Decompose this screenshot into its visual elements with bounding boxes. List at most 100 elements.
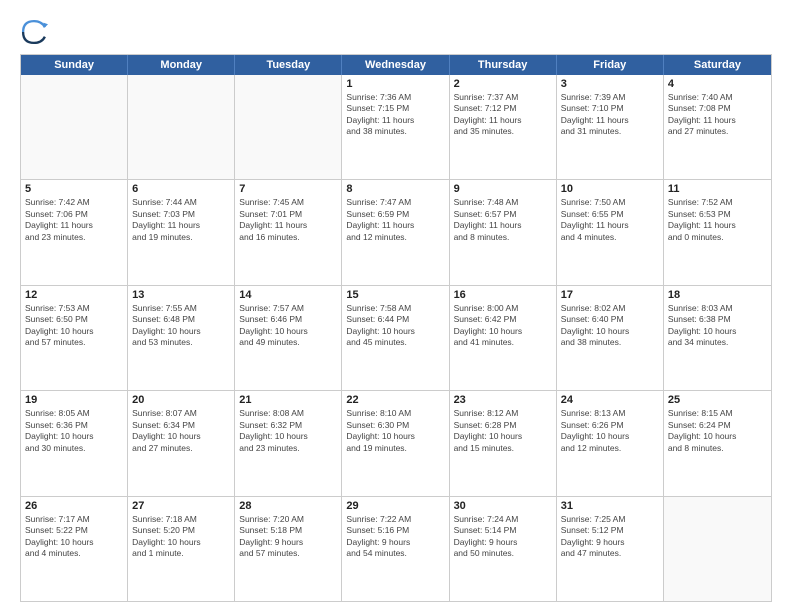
day-info: Sunrise: 8:02 AM Sunset: 6:40 PM Dayligh…	[561, 303, 659, 349]
day-cell-6: 6 Sunrise: 7:44 AM Sunset: 7:03 PM Daylig…	[128, 180, 235, 284]
day-number: 31	[561, 500, 659, 512]
day-header-sunday: Sunday	[21, 55, 128, 75]
day-cell-empty	[235, 75, 342, 179]
day-number: 17	[561, 289, 659, 301]
day-header-tuesday: Tuesday	[235, 55, 342, 75]
day-cell-22: 22 Sunrise: 8:10 AM Sunset: 6:30 PM Dayli…	[342, 391, 449, 495]
calendar-week-4: 19 Sunrise: 8:05 AM Sunset: 6:36 PM Dayli…	[21, 390, 771, 495]
day-info: Sunrise: 7:25 AM Sunset: 5:12 PM Dayligh…	[561, 514, 659, 560]
day-info: Sunrise: 8:05 AM Sunset: 6:36 PM Dayligh…	[25, 408, 123, 454]
day-number: 4	[668, 78, 767, 90]
day-number: 15	[346, 289, 444, 301]
day-number: 6	[132, 183, 230, 195]
day-number: 7	[239, 183, 337, 195]
day-number: 29	[346, 500, 444, 512]
day-header-saturday: Saturday	[664, 55, 771, 75]
day-cell-3: 3 Sunrise: 7:39 AM Sunset: 7:10 PM Daylig…	[557, 75, 664, 179]
day-info: Sunrise: 7:24 AM Sunset: 5:14 PM Dayligh…	[454, 514, 552, 560]
day-number: 13	[132, 289, 230, 301]
logo	[20, 18, 52, 46]
day-cell-24: 24 Sunrise: 8:13 AM Sunset: 6:26 PM Dayli…	[557, 391, 664, 495]
calendar-week-1: 1Sunrise: 7:36 AM Sunset: 7:15 PM Daylig…	[21, 75, 771, 179]
day-cell-21: 21Sunrise: 8:08 AM Sunset: 6:32 PM Dayli…	[235, 391, 342, 495]
day-number: 12	[25, 289, 123, 301]
day-number: 19	[25, 394, 123, 406]
day-header-monday: Monday	[128, 55, 235, 75]
day-cell-28: 28 Sunrise: 7:20 AM Sunset: 5:18 PM Dayli…	[235, 497, 342, 601]
day-number: 16	[454, 289, 552, 301]
logo-icon	[20, 18, 48, 46]
day-info: Sunrise: 7:17 AM Sunset: 5:22 PM Dayligh…	[25, 514, 123, 560]
day-number: 25	[668, 394, 767, 406]
day-header-friday: Friday	[557, 55, 664, 75]
day-cell-30: 30 Sunrise: 7:24 AM Sunset: 5:14 PM Dayli…	[450, 497, 557, 601]
day-info: Sunrise: 7:37 AM Sunset: 7:12 PM Dayligh…	[454, 92, 552, 138]
day-info: Sunrise: 7:20 AM Sunset: 5:18 PM Dayligh…	[239, 514, 337, 560]
day-number: 2	[454, 78, 552, 90]
day-cell-12: 12 Sunrise: 7:53 AM Sunset: 6:50 PM Dayli…	[21, 286, 128, 390]
day-info: Sunrise: 7:50 AM Sunset: 6:55 PM Dayligh…	[561, 197, 659, 243]
day-number: 26	[25, 500, 123, 512]
day-cell-19: 19 Sunrise: 8:05 AM Sunset: 6:36 PM Dayli…	[21, 391, 128, 495]
day-number: 9	[454, 183, 552, 195]
day-info: Sunrise: 7:22 AM Sunset: 5:16 PM Dayligh…	[346, 514, 444, 560]
day-info: Sunrise: 8:12 AM Sunset: 6:28 PM Dayligh…	[454, 408, 552, 454]
day-cell-18: 18 Sunrise: 8:03 AM Sunset: 6:38 PM Dayli…	[664, 286, 771, 390]
day-info: Sunrise: 8:15 AM Sunset: 6:24 PM Dayligh…	[668, 408, 767, 454]
day-info: Sunrise: 8:13 AM Sunset: 6:26 PM Dayligh…	[561, 408, 659, 454]
day-info: Sunrise: 7:39 AM Sunset: 7:10 PM Dayligh…	[561, 92, 659, 138]
day-cell-4: 4 Sunrise: 7:40 AM Sunset: 7:08 PM Daylig…	[664, 75, 771, 179]
calendar-week-5: 26 Sunrise: 7:17 AM Sunset: 5:22 PM Dayli…	[21, 496, 771, 601]
day-info: Sunrise: 7:48 AM Sunset: 6:57 PM Dayligh…	[454, 197, 552, 243]
day-info: Sunrise: 8:10 AM Sunset: 6:30 PM Dayligh…	[346, 408, 444, 454]
day-cell-1: 1Sunrise: 7:36 AM Sunset: 7:15 PM Daylig…	[342, 75, 449, 179]
day-info: Sunrise: 7:47 AM Sunset: 6:59 PM Dayligh…	[346, 197, 444, 243]
day-cell-23: 23 Sunrise: 8:12 AM Sunset: 6:28 PM Dayli…	[450, 391, 557, 495]
day-number: 23	[454, 394, 552, 406]
day-number: 30	[454, 500, 552, 512]
day-number: 28	[239, 500, 337, 512]
day-number: 14	[239, 289, 337, 301]
day-number: 18	[668, 289, 767, 301]
day-info: Sunrise: 7:55 AM Sunset: 6:48 PM Dayligh…	[132, 303, 230, 349]
day-number: 11	[668, 183, 767, 195]
day-cell-2: 2 Sunrise: 7:37 AM Sunset: 7:12 PM Daylig…	[450, 75, 557, 179]
day-cell-8: 8 Sunrise: 7:47 AM Sunset: 6:59 PM Daylig…	[342, 180, 449, 284]
calendar: SundayMondayTuesdayWednesdayThursdayFrid…	[20, 54, 772, 602]
day-cell-14: 14 Sunrise: 7:57 AM Sunset: 6:46 PM Dayli…	[235, 286, 342, 390]
day-info: Sunrise: 7:40 AM Sunset: 7:08 PM Dayligh…	[668, 92, 767, 138]
day-number: 10	[561, 183, 659, 195]
day-info: Sunrise: 7:52 AM Sunset: 6:53 PM Dayligh…	[668, 197, 767, 243]
day-info: Sunrise: 7:57 AM Sunset: 6:46 PM Dayligh…	[239, 303, 337, 349]
day-cell-empty	[21, 75, 128, 179]
day-cell-15: 15Sunrise: 7:58 AM Sunset: 6:44 PM Dayli…	[342, 286, 449, 390]
day-cell-11: 11 Sunrise: 7:52 AM Sunset: 6:53 PM Dayli…	[664, 180, 771, 284]
day-info: Sunrise: 8:00 AM Sunset: 6:42 PM Dayligh…	[454, 303, 552, 349]
day-cell-7: 7 Sunrise: 7:45 AM Sunset: 7:01 PM Daylig…	[235, 180, 342, 284]
calendar-header: SundayMondayTuesdayWednesdayThursdayFrid…	[21, 55, 771, 75]
day-info: Sunrise: 7:45 AM Sunset: 7:01 PM Dayligh…	[239, 197, 337, 243]
day-cell-31: 31 Sunrise: 7:25 AM Sunset: 5:12 PM Dayli…	[557, 497, 664, 601]
calendar-week-2: 5Sunrise: 7:42 AM Sunset: 7:06 PM Daylig…	[21, 179, 771, 284]
day-cell-27: 27Sunrise: 7:18 AM Sunset: 5:20 PM Dayli…	[128, 497, 235, 601]
day-number: 22	[346, 394, 444, 406]
day-cell-16: 16 Sunrise: 8:00 AM Sunset: 6:42 PM Dayli…	[450, 286, 557, 390]
day-cell-empty	[664, 497, 771, 601]
day-cell-20: 20Sunrise: 8:07 AM Sunset: 6:34 PM Dayli…	[128, 391, 235, 495]
day-header-thursday: Thursday	[450, 55, 557, 75]
day-number: 5	[25, 183, 123, 195]
day-cell-empty	[128, 75, 235, 179]
calendar-body: 1Sunrise: 7:36 AM Sunset: 7:15 PM Daylig…	[21, 75, 771, 601]
day-cell-5: 5Sunrise: 7:42 AM Sunset: 7:06 PM Daylig…	[21, 180, 128, 284]
day-header-wednesday: Wednesday	[342, 55, 449, 75]
day-number: 3	[561, 78, 659, 90]
calendar-week-3: 12 Sunrise: 7:53 AM Sunset: 6:50 PM Dayli…	[21, 285, 771, 390]
day-number: 8	[346, 183, 444, 195]
day-number: 21	[239, 394, 337, 406]
day-number: 20	[132, 394, 230, 406]
day-info: Sunrise: 7:44 AM Sunset: 7:03 PM Dayligh…	[132, 197, 230, 243]
day-info: Sunrise: 7:36 AM Sunset: 7:15 PM Dayligh…	[346, 92, 444, 138]
day-number: 24	[561, 394, 659, 406]
day-info: Sunrise: 7:53 AM Sunset: 6:50 PM Dayligh…	[25, 303, 123, 349]
day-info: Sunrise: 8:03 AM Sunset: 6:38 PM Dayligh…	[668, 303, 767, 349]
